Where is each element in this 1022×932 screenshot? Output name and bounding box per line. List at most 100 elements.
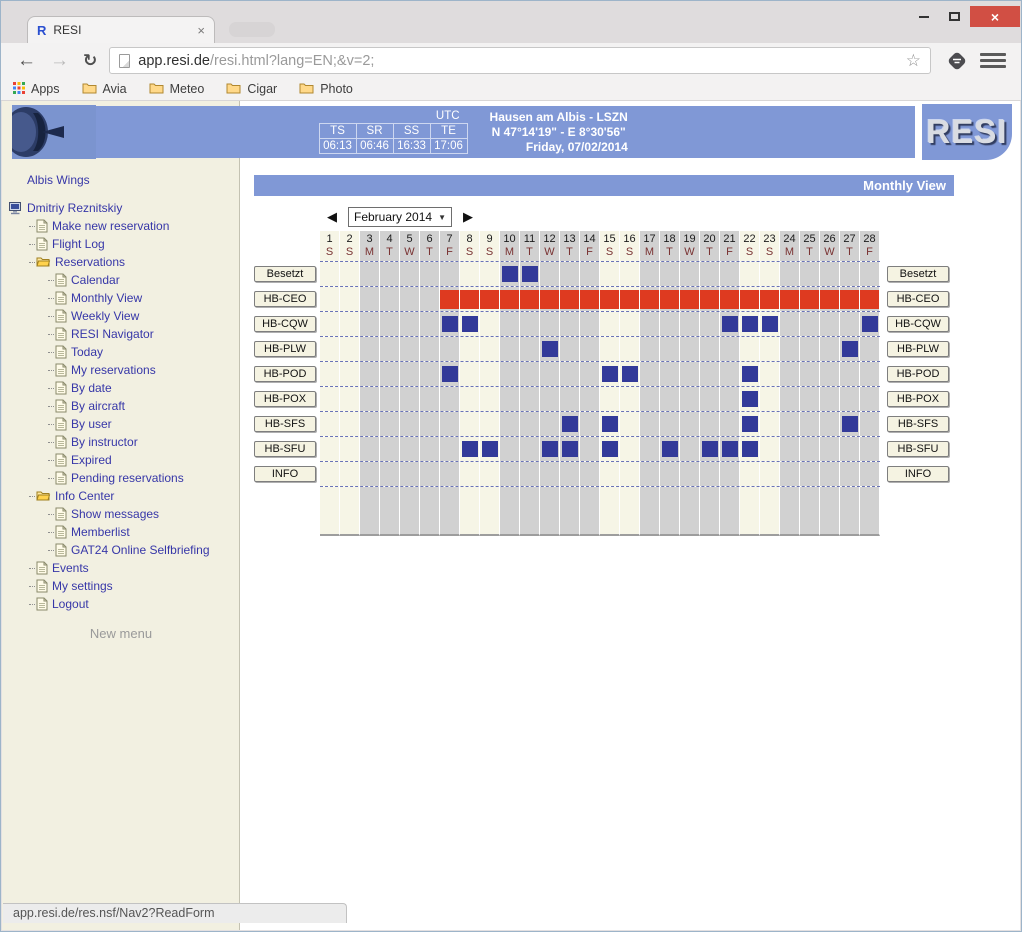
grid-cell[interactable] — [800, 362, 820, 386]
sidebar-item-info-center[interactable]: Info Center — [2, 487, 240, 505]
grid-cell[interactable] — [780, 412, 800, 436]
grid-cell[interactable] — [840, 362, 860, 386]
grid-cell[interactable] — [680, 287, 700, 311]
grid-cell[interactable] — [380, 287, 400, 311]
grid-cell[interactable] — [580, 362, 600, 386]
grid-cell[interactable] — [860, 362, 880, 386]
grid-cell[interactable] — [640, 362, 660, 386]
grid-cell[interactable] — [460, 312, 480, 336]
grid-cell[interactable] — [480, 362, 500, 386]
month-select[interactable]: February 2014 ▼ — [348, 207, 452, 227]
row-button-hb-pod[interactable]: HB-POD — [887, 366, 949, 382]
day-header-cell[interactable]: 19W — [680, 231, 700, 261]
grid-cell[interactable] — [500, 412, 520, 436]
grid-cell[interactable] — [500, 387, 520, 411]
grid-cell[interactable] — [760, 462, 780, 486]
grid-cell[interactable] — [740, 387, 760, 411]
grid-cell[interactable] — [700, 437, 720, 461]
grid-cell[interactable] — [800, 262, 820, 286]
menu-icon[interactable] — [980, 53, 1006, 68]
grid-cell[interactable] — [660, 287, 680, 311]
day-header-cell[interactable]: 14F — [580, 231, 600, 261]
grid-cell[interactable] — [380, 387, 400, 411]
grid-cell[interactable] — [760, 287, 780, 311]
grid-cell[interactable] — [800, 387, 820, 411]
grid-cell[interactable] — [760, 412, 780, 436]
grid-cell[interactable] — [400, 362, 420, 386]
grid-cell[interactable] — [320, 437, 340, 461]
grid-cell[interactable] — [800, 412, 820, 436]
grid-cell[interactable] — [480, 287, 500, 311]
grid-cell[interactable] — [740, 287, 760, 311]
row-button-info[interactable]: INFO — [887, 466, 949, 482]
grid-cell[interactable] — [840, 262, 860, 286]
day-header-cell[interactable]: 18T — [660, 231, 680, 261]
grid-cell[interactable] — [620, 312, 640, 336]
grid-cell[interactable] — [520, 387, 540, 411]
day-header-cell[interactable]: 11T — [520, 231, 540, 261]
row-button-hb-pox[interactable]: HB-POX — [254, 391, 316, 407]
grid-cell[interactable] — [600, 462, 620, 486]
forward-icon[interactable]: → — [43, 50, 76, 72]
grid-cell[interactable] — [500, 262, 520, 286]
grid-cell[interactable] — [760, 312, 780, 336]
grid-cell[interactable] — [520, 462, 540, 486]
grid-cell[interactable] — [400, 337, 420, 361]
grid-cell[interactable] — [400, 412, 420, 436]
bookmark-avia[interactable]: Avia — [82, 82, 127, 97]
sidebar-item-gat24-online-selfbriefing[interactable]: GAT24 Online Selfbriefing — [2, 541, 240, 559]
sidebar-item-events[interactable]: Events — [2, 559, 240, 577]
grid-cell[interactable] — [720, 437, 740, 461]
grid-cell[interactable] — [660, 312, 680, 336]
sidebar-item-expired[interactable]: Expired — [2, 451, 240, 469]
grid-cell[interactable] — [820, 462, 840, 486]
grid-cell[interactable] — [460, 462, 480, 486]
grid-cell[interactable] — [700, 312, 720, 336]
day-header-cell[interactable]: 28F — [860, 231, 880, 261]
grid-cell[interactable] — [600, 387, 620, 411]
grid-cell[interactable] — [740, 437, 760, 461]
grid-cell[interactable] — [540, 287, 560, 311]
grid-cell[interactable] — [840, 462, 860, 486]
grid-cell[interactable] — [340, 362, 360, 386]
grid-cell[interactable] — [720, 312, 740, 336]
grid-cell[interactable] — [340, 462, 360, 486]
sidebar-item-by-date[interactable]: By date — [2, 379, 240, 397]
grid-cell[interactable] — [740, 462, 760, 486]
sidebar-item-by-instructor[interactable]: By instructor — [2, 433, 240, 451]
bookmark-star-icon[interactable]: ☆ — [906, 51, 921, 71]
reload-icon[interactable]: ↻ — [76, 51, 104, 71]
grid-cell[interactable] — [460, 262, 480, 286]
row-button-hb-plw[interactable]: HB-PLW — [887, 341, 949, 357]
grid-cell[interactable] — [720, 287, 740, 311]
day-header-cell[interactable]: 13T — [560, 231, 580, 261]
grid-cell[interactable] — [500, 312, 520, 336]
grid-cell[interactable] — [560, 362, 580, 386]
grid-cell[interactable] — [360, 262, 380, 286]
grid-cell[interactable] — [420, 337, 440, 361]
grid-cell[interactable] — [480, 337, 500, 361]
grid-cell[interactable] — [640, 462, 660, 486]
grid-cell[interactable] — [820, 312, 840, 336]
grid-cell[interactable] — [380, 262, 400, 286]
sidebar-item-pending-reservations[interactable]: Pending reservations — [2, 469, 240, 487]
grid-cell[interactable] — [680, 412, 700, 436]
close-button[interactable]: × — [970, 6, 1020, 27]
grid-cell[interactable] — [660, 387, 680, 411]
minimize-button[interactable] — [908, 6, 939, 27]
grid-cell[interactable] — [560, 312, 580, 336]
grid-cell[interactable] — [340, 387, 360, 411]
grid-cell[interactable] — [820, 387, 840, 411]
grid-cell[interactable] — [660, 362, 680, 386]
grid-cell[interactable] — [620, 287, 640, 311]
grid-cell[interactable] — [400, 462, 420, 486]
grid-cell[interactable] — [740, 312, 760, 336]
grid-cell[interactable] — [800, 462, 820, 486]
row-button-hb-cqw[interactable]: HB-CQW — [887, 316, 949, 332]
grid-cell[interactable] — [380, 337, 400, 361]
day-header-cell[interactable]: 20T — [700, 231, 720, 261]
grid-cell[interactable] — [640, 337, 660, 361]
grid-cell[interactable] — [480, 312, 500, 336]
grid-cell[interactable] — [400, 437, 420, 461]
grid-cell[interactable] — [680, 262, 700, 286]
